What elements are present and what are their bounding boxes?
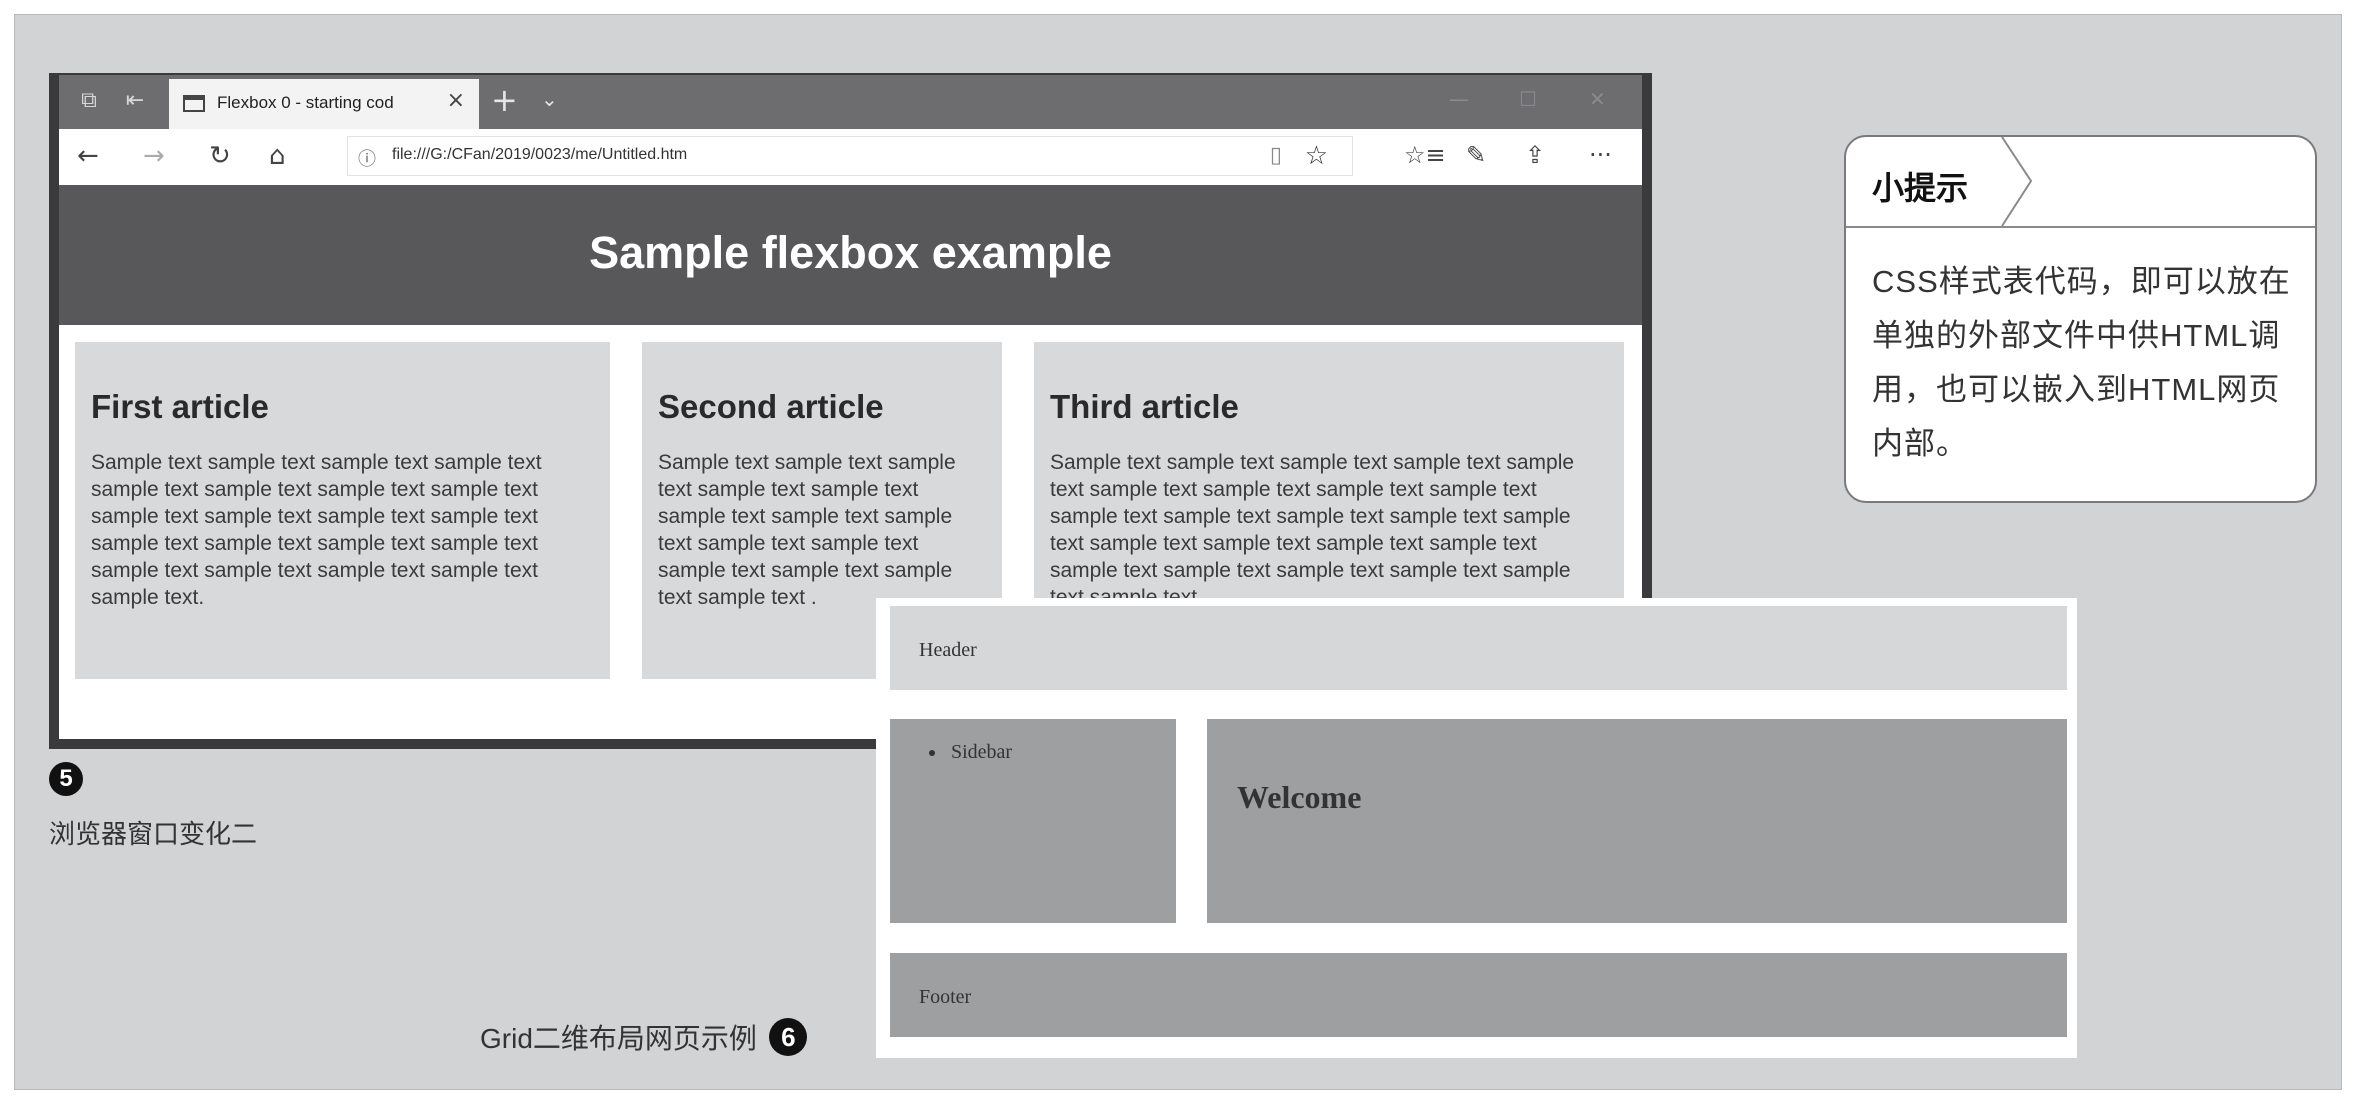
page-title: Sample flexbox example xyxy=(589,227,1112,278)
grid-footer: Footer xyxy=(890,953,2067,1037)
article-text: Sample text sample text sample text samp… xyxy=(658,451,956,609)
tab-bar: ⧉ ⇤ Flexbox 0 - starting cod × + ⌄ — ☐ ✕ xyxy=(59,75,1642,129)
page-header: Sample flexbox example xyxy=(59,185,1642,325)
grid-main: Welcome xyxy=(1207,719,2067,923)
sidebar-list-item: Sidebar xyxy=(951,741,1013,763)
refresh-icon[interactable]: ↻ xyxy=(209,141,231,171)
grid-footer-label: Footer xyxy=(919,986,972,1008)
favorite-star-icon[interactable]: ☆ xyxy=(1305,141,1328,171)
tab-preview-icon[interactable]: ⧉ xyxy=(75,87,103,115)
url-text: file:///G:/CFan/2019/0023/me/Untitled.ht… xyxy=(392,146,688,163)
tip-arrow-icon xyxy=(2001,137,2033,226)
tip-title: 小提示 xyxy=(1872,170,1969,206)
forward-arrow-icon[interactable]: → xyxy=(143,141,165,171)
share-icon[interactable]: ⇪ xyxy=(1525,141,1545,169)
grid-layout-example: Header Sidebar Welcome Footer xyxy=(876,598,2077,1058)
tab-title: Flexbox 0 - starting cod xyxy=(217,93,394,112)
grid-sidebar: Sidebar xyxy=(890,719,1176,923)
grid-header: Header xyxy=(890,606,2067,690)
figure-5-caption: 5 浏览器窗口变化二 xyxy=(49,762,257,849)
back-arrow-icon[interactable]: ← xyxy=(77,141,99,171)
article-first: First article Sample text sample text sa… xyxy=(75,342,610,679)
address-bar: ← → ↻ ⌂ ⓘ file:///G:/CFan/2019/0023/me/U… xyxy=(59,129,1642,185)
article-title: First article xyxy=(91,388,269,425)
set-aside-tabs-icon[interactable]: ⇤ xyxy=(121,87,149,115)
article-title: Second article xyxy=(658,388,884,425)
figure-6-caption-text: Grid二维布局网页示例 xyxy=(480,1023,757,1054)
article-title: Third article xyxy=(1050,388,1239,425)
info-icon[interactable]: ⓘ xyxy=(358,145,376,171)
figure-number-badge: 5 xyxy=(49,762,83,796)
tip-body: CSS样式表代码，即可以放在单独的外部文件中供HTML调用，也可以嵌入到HTML… xyxy=(1872,264,2291,461)
minimize-icon[interactable]: — xyxy=(1449,87,1469,111)
figure-6-caption: Grid二维布局网页示例 6 xyxy=(480,1017,808,1057)
home-icon[interactable]: ⌂ xyxy=(269,141,286,171)
favorites-hub-icon[interactable]: ☆≡ xyxy=(1404,141,1446,169)
close-window-icon[interactable]: ✕ xyxy=(1589,87,1606,111)
tab-active[interactable]: Flexbox 0 - starting cod × xyxy=(169,79,479,129)
maximize-icon[interactable]: ☐ xyxy=(1519,87,1537,111)
article-text: Sample text sample text sample text samp… xyxy=(91,451,542,609)
url-field[interactable]: ⓘ file:///G:/CFan/2019/0023/me/Untitled.… xyxy=(347,136,1353,176)
tip-box: 小提示 CSS样式表代码，即可以放在单独的外部文件中供HTML调用，也可以嵌入到… xyxy=(1844,135,2317,503)
grid-main-title: Welcome xyxy=(1237,779,1362,815)
figure-number-badge: 6 xyxy=(769,1018,808,1056)
reading-view-icon[interactable]: ▯ xyxy=(1270,143,1282,168)
tip-header: 小提示 xyxy=(1846,137,2315,228)
pen-notes-icon[interactable]: ✎ xyxy=(1466,141,1486,169)
grid-header-label: Header xyxy=(919,639,977,661)
new-tab-button[interactable]: + xyxy=(491,81,518,119)
tab-menu-chevron-icon[interactable]: ⌄ xyxy=(541,87,558,111)
article-text: Sample text sample text sample text samp… xyxy=(1050,451,1575,609)
more-icon[interactable]: ··· xyxy=(1589,141,1612,169)
page-icon xyxy=(183,95,205,112)
close-tab-icon[interactable]: × xyxy=(447,88,465,113)
list-bullet xyxy=(929,750,935,756)
figure-5-caption-text: 浏览器窗口变化二 xyxy=(49,819,258,849)
